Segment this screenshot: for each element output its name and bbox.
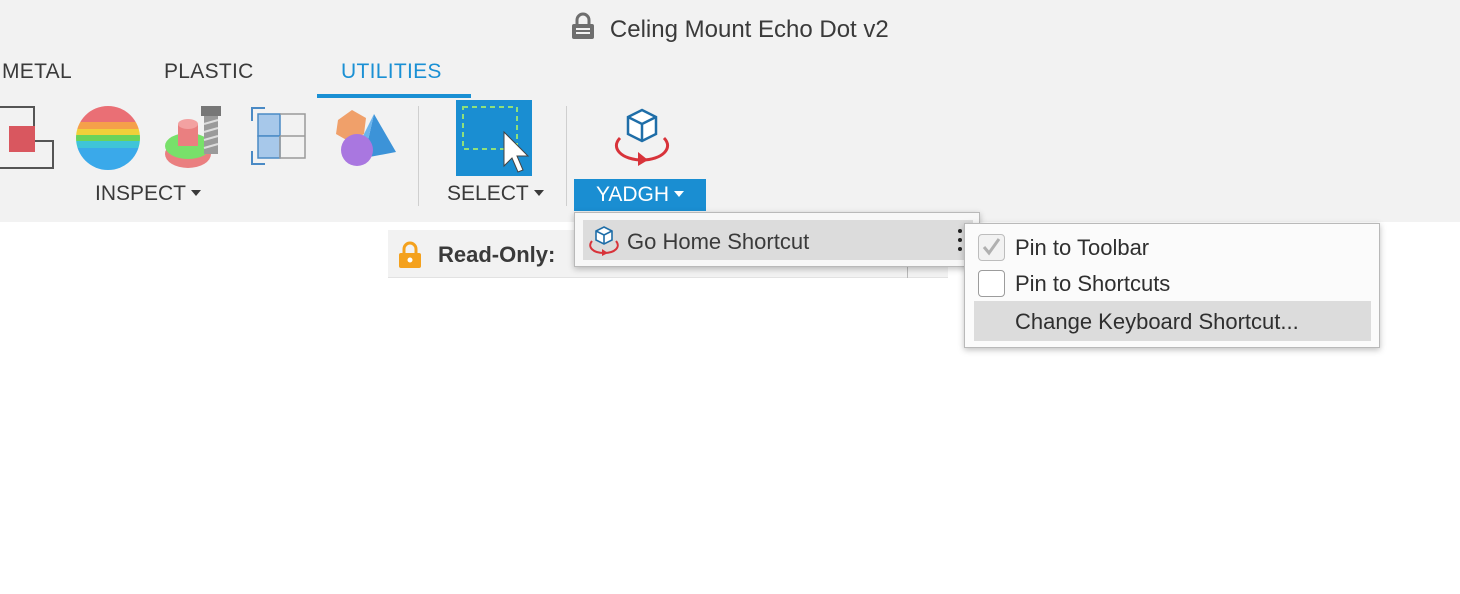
lock-icon (398, 241, 422, 274)
tab-metal[interactable]: METAL (2, 60, 72, 84)
chevron-down-icon (533, 190, 544, 196)
menu-item-label: Go Home Shortcut (627, 229, 810, 254)
inspect-label: INSPECT (95, 182, 187, 205)
go-home-shortcut-menu-item[interactable]: Go Home Shortcut (583, 220, 973, 260)
pin-to-toolbar-label: Pin to Toolbar (1015, 235, 1150, 260)
measure-tool-icon[interactable] (0, 106, 56, 175)
component-color-icon[interactable] (334, 108, 398, 173)
select-dropdown[interactable]: SELECT (447, 182, 544, 206)
select-label: SELECT (447, 182, 529, 205)
pin-to-shortcuts-checkbox[interactable] (978, 270, 1005, 297)
zebra-analysis-icon[interactable] (75, 106, 141, 175)
change-keyboard-shortcut-option[interactable]: Change Keyboard Shortcut... (974, 301, 1371, 341)
tab-utilities[interactable]: UTILITIES (341, 60, 442, 84)
shortcut-options-submenu: Pin to Toolbar Pin to Shortcuts Change K… (964, 223, 1380, 348)
pin-to-toolbar-checkbox[interactable] (978, 234, 1005, 261)
yadgh-dropdown[interactable]: YADGH (574, 179, 706, 211)
yadgh-label: YADGH (595, 183, 670, 206)
lock-icon (571, 12, 595, 47)
window-title-bar: Celing Mount Echo Dot v2 (0, 12, 1460, 47)
pin-to-toolbar-option[interactable]: Pin to Toolbar (974, 227, 1371, 267)
section-analysis-icon[interactable] (251, 107, 307, 170)
select-tool-button[interactable] (456, 100, 532, 176)
group-separator (418, 106, 419, 206)
toolbar-area: Celing Mount Echo Dot v2 METAL PLASTIC U… (0, 0, 1460, 222)
chevron-down-icon (674, 191, 685, 197)
inspect-dropdown[interactable]: INSPECT (95, 182, 202, 206)
group-separator (566, 106, 567, 206)
pin-to-shortcuts-option[interactable]: Pin to Shortcuts (974, 263, 1371, 303)
change-keyboard-shortcut-label: Change Keyboard Shortcut... (1015, 309, 1299, 334)
more-options-icon[interactable] (957, 227, 963, 253)
chevron-down-icon (191, 190, 202, 196)
yadgh-dropdown-menu: Go Home Shortcut (574, 212, 980, 267)
go-home-icon[interactable] (610, 108, 674, 173)
pin-to-shortcuts-label: Pin to Shortcuts (1015, 271, 1171, 296)
tab-plastic[interactable]: PLASTIC (164, 60, 254, 84)
window-title: Celing Mount Echo Dot v2 (609, 16, 889, 43)
draft-analysis-icon[interactable] (164, 104, 224, 175)
read-only-label: Read-Only: (438, 242, 556, 267)
active-tab-indicator (317, 94, 471, 98)
go-home-icon (587, 226, 621, 261)
